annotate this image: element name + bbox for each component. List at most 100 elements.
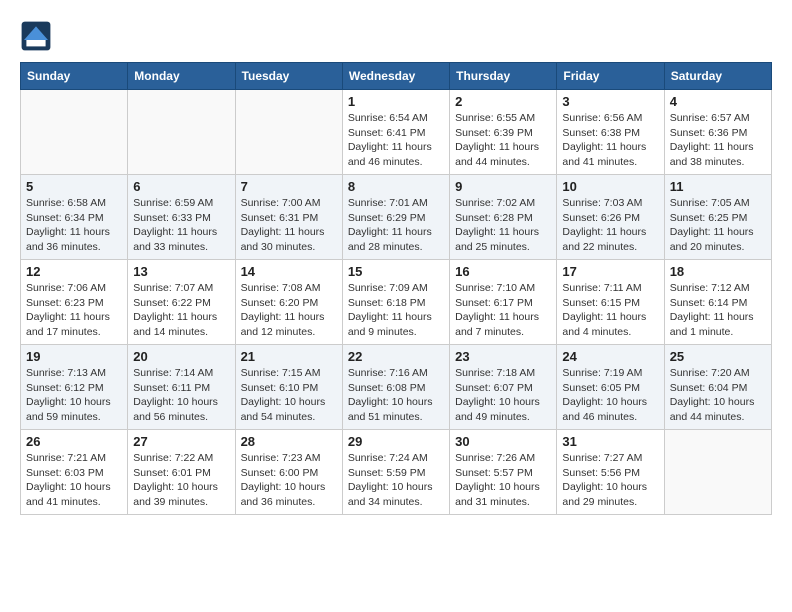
day-info: Sunrise: 7:27 AM Sunset: 5:56 PM Dayligh…	[562, 451, 658, 510]
day-number: 31	[562, 434, 658, 449]
calendar-cell: 28 Sunrise: 7:23 AM Sunset: 6:00 PM Dayli…	[235, 430, 342, 515]
day-info: Sunrise: 6:59 AM Sunset: 6:33 PM Dayligh…	[133, 196, 229, 255]
day-number: 21	[241, 349, 337, 364]
day-number: 3	[562, 94, 658, 109]
calendar-cell: 25 Sunrise: 7:20 AM Sunset: 6:04 PM Dayli…	[664, 345, 771, 430]
calendar-cell: 3 Sunrise: 6:56 AM Sunset: 6:38 PM Daylig…	[557, 90, 664, 175]
day-number: 20	[133, 349, 229, 364]
calendar-cell: 10 Sunrise: 7:03 AM Sunset: 6:26 PM Dayli…	[557, 175, 664, 260]
day-number: 13	[133, 264, 229, 279]
weekday-header-saturday: Saturday	[664, 63, 771, 90]
day-number: 28	[241, 434, 337, 449]
calendar-cell: 14 Sunrise: 7:08 AM Sunset: 6:20 PM Dayli…	[235, 260, 342, 345]
day-number: 26	[26, 434, 122, 449]
day-number: 11	[670, 179, 766, 194]
calendar-cell: 15 Sunrise: 7:09 AM Sunset: 6:18 PM Dayli…	[342, 260, 449, 345]
day-number: 14	[241, 264, 337, 279]
day-info: Sunrise: 7:16 AM Sunset: 6:08 PM Dayligh…	[348, 366, 444, 425]
calendar-cell: 30 Sunrise: 7:26 AM Sunset: 5:57 PM Dayli…	[450, 430, 557, 515]
calendar-cell: 31 Sunrise: 7:27 AM Sunset: 5:56 PM Dayli…	[557, 430, 664, 515]
day-info: Sunrise: 7:20 AM Sunset: 6:04 PM Dayligh…	[670, 366, 766, 425]
day-number: 9	[455, 179, 551, 194]
day-info: Sunrise: 7:12 AM Sunset: 6:14 PM Dayligh…	[670, 281, 766, 340]
calendar-cell: 16Sunrise: 7:10 AM Sunset: 6:17 PM Dayli…	[450, 260, 557, 345]
day-info: Sunrise: 7:21 AM Sunset: 6:03 PM Dayligh…	[26, 451, 122, 510]
day-number: 22	[348, 349, 444, 364]
calendar-cell: 4 Sunrise: 6:57 AM Sunset: 6:36 PM Daylig…	[664, 90, 771, 175]
day-info: Sunrise: 7:11 AM Sunset: 6:15 PM Dayligh…	[562, 281, 658, 340]
calendar-table: SundayMondayTuesdayWednesdayThursdayFrid…	[20, 62, 772, 515]
calendar-cell	[235, 90, 342, 175]
day-number: 18	[670, 264, 766, 279]
day-number: 10	[562, 179, 658, 194]
calendar-cell: 12 Sunrise: 7:06 AM Sunset: 6:23 PM Dayli…	[21, 260, 128, 345]
calendar-cell: 5 Sunrise: 6:58 AM Sunset: 6:34 PM Daylig…	[21, 175, 128, 260]
day-info: Sunrise: 6:56 AM Sunset: 6:38 PM Dayligh…	[562, 111, 658, 170]
calendar-cell: 1 Sunrise: 6:54 AM Sunset: 6:41 PM Daylig…	[342, 90, 449, 175]
day-info: Sunrise: 6:58 AM Sunset: 6:34 PM Dayligh…	[26, 196, 122, 255]
day-info: Sunrise: 7:08 AM Sunset: 6:20 PM Dayligh…	[241, 281, 337, 340]
day-number: 12	[26, 264, 122, 279]
calendar-cell: 8Sunrise: 7:01 AM Sunset: 6:29 PM Daylig…	[342, 175, 449, 260]
day-info: Sunrise: 7:24 AM Sunset: 5:59 PM Dayligh…	[348, 451, 444, 510]
day-number: 1	[348, 94, 444, 109]
day-info: Sunrise: 7:18 AM Sunset: 6:07 PM Dayligh…	[455, 366, 551, 425]
weekday-header-monday: Monday	[128, 63, 235, 90]
day-info: Sunrise: 6:57 AM Sunset: 6:36 PM Dayligh…	[670, 111, 766, 170]
day-number: 23	[455, 349, 551, 364]
day-number: 6	[133, 179, 229, 194]
calendar-cell: 26 Sunrise: 7:21 AM Sunset: 6:03 PM Dayli…	[21, 430, 128, 515]
calendar-week-row: 19 Sunrise: 7:13 AM Sunset: 6:12 PM Dayli…	[21, 345, 772, 430]
calendar-cell: 27Sunrise: 7:22 AM Sunset: 6:01 PM Dayli…	[128, 430, 235, 515]
logo-icon	[20, 20, 52, 52]
day-info: Sunrise: 7:02 AM Sunset: 6:28 PM Dayligh…	[455, 196, 551, 255]
calendar-cell: 22 Sunrise: 7:16 AM Sunset: 6:08 PM Dayli…	[342, 345, 449, 430]
calendar-cell: 11 Sunrise: 7:05 AM Sunset: 6:25 PM Dayli…	[664, 175, 771, 260]
day-info: Sunrise: 6:55 AM Sunset: 6:39 PM Dayligh…	[455, 111, 551, 170]
day-number: 19	[26, 349, 122, 364]
calendar-cell: 6 Sunrise: 6:59 AM Sunset: 6:33 PM Daylig…	[128, 175, 235, 260]
day-info: Sunrise: 7:05 AM Sunset: 6:25 PM Dayligh…	[670, 196, 766, 255]
weekday-header-sunday: Sunday	[21, 63, 128, 90]
calendar-cell: 9 Sunrise: 7:02 AM Sunset: 6:28 PM Daylig…	[450, 175, 557, 260]
day-number: 2	[455, 94, 551, 109]
calendar-cell: 20 Sunrise: 7:14 AM Sunset: 6:11 PM Dayli…	[128, 345, 235, 430]
day-info: Sunrise: 7:10 AM Sunset: 6:17 PM Dayligh…	[455, 281, 551, 340]
day-number: 15	[348, 264, 444, 279]
day-info: Sunrise: 7:03 AM Sunset: 6:26 PM Dayligh…	[562, 196, 658, 255]
day-info: Sunrise: 7:19 AM Sunset: 6:05 PM Dayligh…	[562, 366, 658, 425]
calendar-cell: 23 Sunrise: 7:18 AM Sunset: 6:07 PM Dayli…	[450, 345, 557, 430]
calendar-cell	[128, 90, 235, 175]
day-info: Sunrise: 7:22 AM Sunset: 6:01 PM Dayligh…	[133, 451, 229, 510]
day-number: 4	[670, 94, 766, 109]
day-info: Sunrise: 6:54 AM Sunset: 6:41 PM Dayligh…	[348, 111, 444, 170]
day-info: Sunrise: 7:26 AM Sunset: 5:57 PM Dayligh…	[455, 451, 551, 510]
day-info: Sunrise: 7:23 AM Sunset: 6:00 PM Dayligh…	[241, 451, 337, 510]
day-number: 17	[562, 264, 658, 279]
weekday-header-wednesday: Wednesday	[342, 63, 449, 90]
calendar-cell: 17 Sunrise: 7:11 AM Sunset: 6:15 PM Dayli…	[557, 260, 664, 345]
day-info: Sunrise: 7:07 AM Sunset: 6:22 PM Dayligh…	[133, 281, 229, 340]
calendar-week-row: 1 Sunrise: 6:54 AM Sunset: 6:41 PM Daylig…	[21, 90, 772, 175]
page-header	[20, 20, 772, 52]
day-number: 25	[670, 349, 766, 364]
logo	[20, 20, 56, 52]
day-number: 8	[348, 179, 444, 194]
day-info: Sunrise: 7:14 AM Sunset: 6:11 PM Dayligh…	[133, 366, 229, 425]
day-info: Sunrise: 7:06 AM Sunset: 6:23 PM Dayligh…	[26, 281, 122, 340]
day-number: 24	[562, 349, 658, 364]
day-info: Sunrise: 7:15 AM Sunset: 6:10 PM Dayligh…	[241, 366, 337, 425]
day-number: 5	[26, 179, 122, 194]
day-info: Sunrise: 7:13 AM Sunset: 6:12 PM Dayligh…	[26, 366, 122, 425]
weekday-header-tuesday: Tuesday	[235, 63, 342, 90]
calendar-week-row: 5 Sunrise: 6:58 AM Sunset: 6:34 PM Daylig…	[21, 175, 772, 260]
calendar-cell	[664, 430, 771, 515]
day-number: 30	[455, 434, 551, 449]
calendar-cell: 18 Sunrise: 7:12 AM Sunset: 6:14 PM Dayli…	[664, 260, 771, 345]
calendar-cell: 29Sunrise: 7:24 AM Sunset: 5:59 PM Dayli…	[342, 430, 449, 515]
day-info: Sunrise: 7:09 AM Sunset: 6:18 PM Dayligh…	[348, 281, 444, 340]
calendar-cell: 19 Sunrise: 7:13 AM Sunset: 6:12 PM Dayli…	[21, 345, 128, 430]
calendar-cell: 7Sunrise: 7:00 AM Sunset: 6:31 PM Daylig…	[235, 175, 342, 260]
day-number: 7	[241, 179, 337, 194]
calendar-cell	[21, 90, 128, 175]
